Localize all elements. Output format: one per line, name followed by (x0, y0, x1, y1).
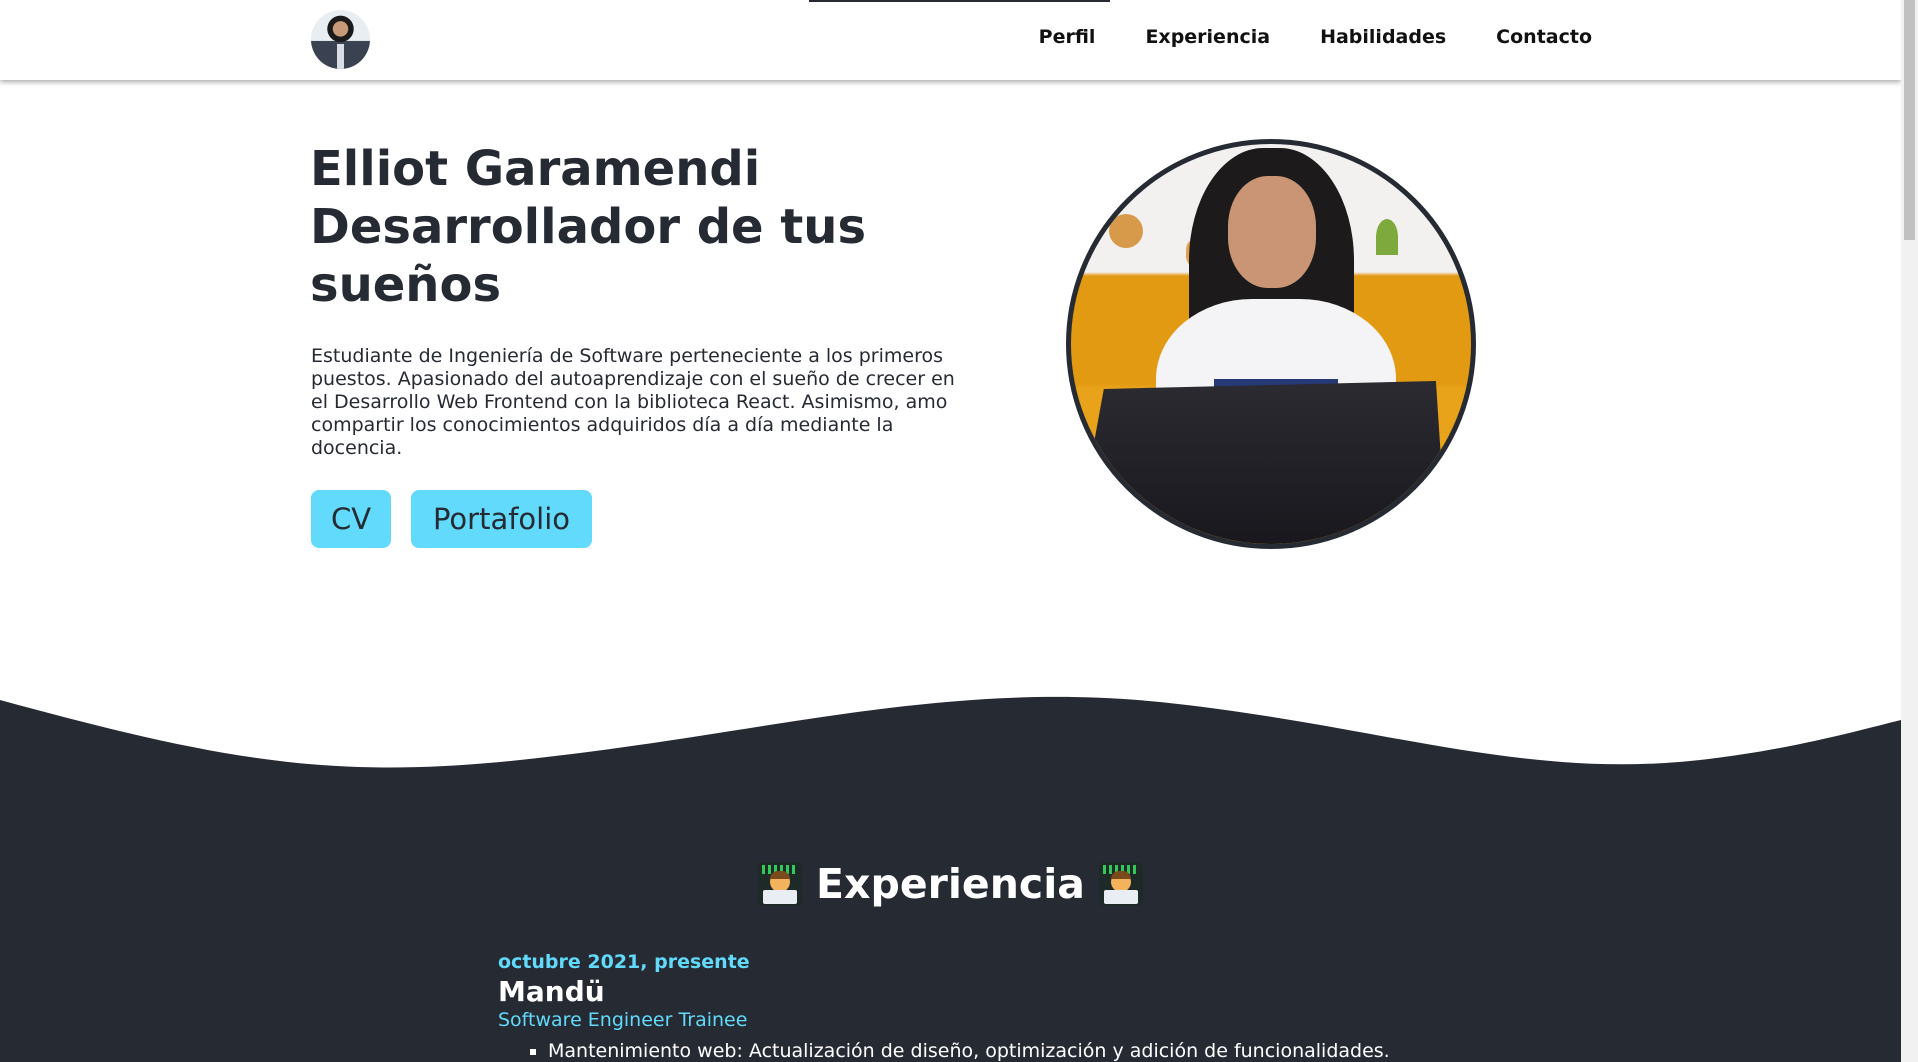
cv-button[interactable]: CV (311, 490, 391, 548)
photo-laptop (1071, 381, 1449, 544)
technologist-icon (1098, 862, 1143, 906)
avatar[interactable] (311, 10, 370, 69)
vertical-scrollbar[interactable] (1901, 0, 1918, 1062)
experience-date: octubre 2021, presente (498, 951, 750, 973)
scrollbar-thumb[interactable] (1904, 0, 1915, 240)
hero-title-line: Desarrollador de tus (310, 199, 867, 255)
section-wave-divider (0, 696, 1901, 810)
experience-heading-text: Experiencia (816, 860, 1085, 908)
experience-company: Mandü (498, 975, 605, 1008)
technologist-icon (758, 862, 803, 906)
portfolio-button[interactable]: Portafolio (411, 490, 592, 548)
wall-sticker (1376, 219, 1398, 255)
hero-title-line: sueños (310, 257, 502, 313)
list-item: Mantenimiento web: Actualización de dise… (548, 1040, 1390, 1062)
experience-section (0, 800, 1901, 1062)
profile-photo (1066, 139, 1476, 549)
hero-description: Estudiante de Ingeniería de Software per… (311, 345, 955, 459)
photo-face (1228, 176, 1316, 288)
site-header: Perfil Experiencia Habilidades Contacto (0, 0, 1901, 80)
hero-title-line: Elliot Garamendi (310, 141, 761, 197)
page: Perfil Experiencia Habilidades Contacto … (0, 0, 1901, 1062)
wall-sticker (1109, 214, 1143, 248)
experience-role: Software Engineer Trainee (498, 1009, 748, 1031)
nav-link-contacto[interactable]: Contacto (1496, 26, 1592, 48)
main-nav: Perfil Experiencia Habilidades Contacto (1039, 26, 1592, 48)
nav-link-habilidades[interactable]: Habilidades (1320, 26, 1446, 48)
nav-link-perfil[interactable]: Perfil (1039, 26, 1096, 48)
experience-heading: Experiencia (0, 860, 1901, 908)
top-accent-line (809, 0, 1110, 2)
nav-link-experiencia[interactable]: Experiencia (1145, 26, 1270, 48)
experience-bullets: Mantenimiento web: Actualización de dise… (548, 1040, 1390, 1062)
hero-title: Elliot Garamendi Desarrollador de tus su… (310, 140, 930, 314)
